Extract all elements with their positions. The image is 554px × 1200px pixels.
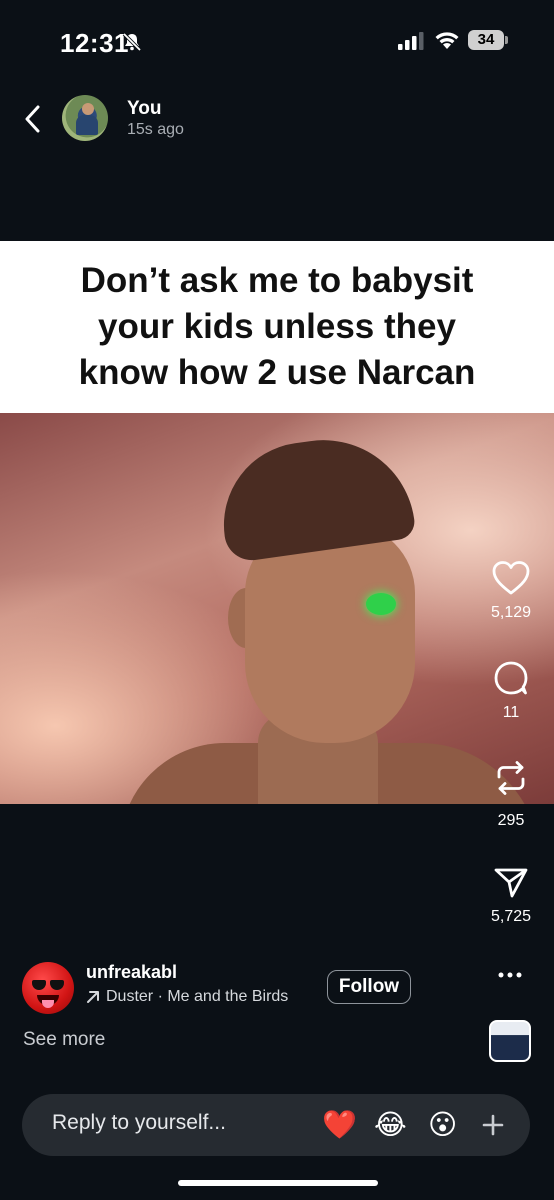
author-name[interactable]: unfreakabl: [86, 962, 177, 983]
status-time: 12:31: [60, 28, 129, 58]
repost-icon: [497, 761, 525, 795]
back-icon[interactable]: [20, 104, 46, 134]
post-media[interactable]: Don’t ask me to babysit your kids unless…: [0, 241, 554, 804]
comment-count: 11: [502, 704, 520, 721]
user-name[interactable]: You: [127, 98, 161, 120]
follow-button[interactable]: Follow: [327, 970, 411, 1004]
author-avatar[interactable]: [22, 962, 74, 1014]
repost-button[interactable]: 295: [476, 758, 546, 830]
comment-icon: [494, 661, 528, 695]
arrow-icon: [87, 991, 99, 1003]
see-more-link[interactable]: See more: [23, 1029, 105, 1051]
heart-icon: [492, 561, 530, 595]
reply-input[interactable]: Reply to yourself...: [52, 1111, 226, 1135]
battery-indicator: 34: [468, 30, 508, 50]
meme-caption: Don’t ask me to babysit your kids unless…: [78, 261, 476, 392]
share-button[interactable]: 5,725: [476, 864, 546, 926]
bell-muted-icon: [122, 32, 142, 52]
repost-count: 295: [497, 812, 525, 829]
more-icon[interactable]: [497, 968, 523, 982]
reaction-heart[interactable]: ❤️: [322, 1108, 357, 1142]
like-button[interactable]: 5,129: [476, 560, 546, 622]
story-screen: 12:31 34 You 15s ago Don’t ask me to bab…: [0, 0, 554, 1200]
plus-icon[interactable]: [482, 1114, 504, 1136]
share-count: 5,725: [490, 908, 532, 925]
meme-caption-box: Don’t ask me to babysit your kids unless…: [0, 241, 554, 413]
like-count: 5,129: [490, 604, 532, 621]
meme-photo: [0, 413, 554, 804]
reply-bar: Reply to yourself... ❤️ 😂 😮: [22, 1094, 530, 1156]
reaction-laugh[interactable]: 😂: [374, 1108, 407, 1142]
signal-icon: [398, 32, 424, 50]
reaction-wow[interactable]: 😮: [428, 1108, 457, 1142]
avatar[interactable]: [62, 95, 108, 141]
music-label: Duster · Me and the Birds: [106, 988, 289, 1005]
wifi-icon: [435, 32, 459, 49]
comment-button[interactable]: 11: [476, 660, 546, 722]
music-attribution[interactable]: Duster · Me and the Birds: [86, 988, 288, 1006]
music-thumbnail[interactable]: [489, 1020, 531, 1062]
post-timestamp: 15s ago: [127, 121, 184, 138]
battery-level: 34: [468, 30, 504, 50]
home-indicator[interactable]: [178, 1180, 378, 1186]
send-icon: [494, 868, 528, 898]
